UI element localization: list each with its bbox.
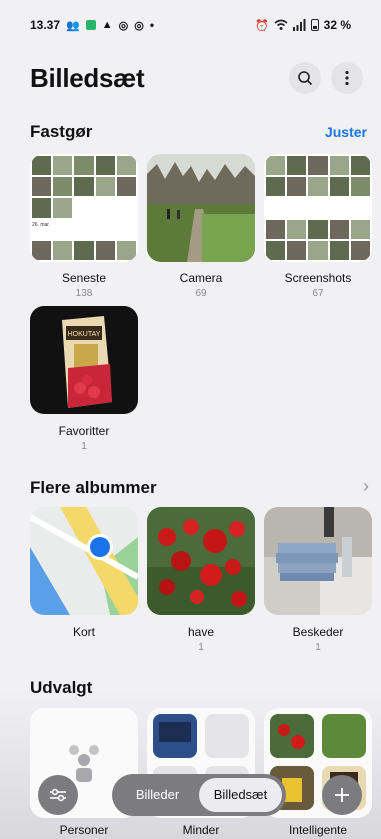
search-icon [298, 71, 313, 86]
album-name: Camera [179, 271, 223, 285]
featured-name: Minder [182, 823, 220, 837]
forest-path-photo [147, 154, 255, 262]
more-vertical-icon [345, 70, 349, 86]
album-name: Favoritter [58, 424, 110, 438]
album-favoritter-thumb[interactable]: HOKUTAY [30, 306, 138, 414]
search-button[interactable] [289, 62, 321, 94]
album-count: 1 [81, 441, 87, 452]
snack-package-photo: HOKUTAY [30, 306, 138, 414]
red-roses-photo [147, 507, 255, 615]
map-thumbnail [30, 507, 138, 615]
sync-icon-2: ◎ [134, 19, 144, 32]
app-notification-icon [85, 20, 96, 30]
snack-brand-label: HOKUTAY [68, 331, 101, 338]
plus-icon [335, 788, 349, 802]
album-count: 138 [75, 288, 93, 299]
album-count: 69 [195, 288, 207, 299]
album-name: have [187, 625, 215, 639]
pinned-section-title: Fastgør [30, 122, 93, 141]
adjust-button[interactable]: Juster [325, 124, 367, 140]
laundry-photo [264, 507, 372, 615]
more-albums-title: Flere albummer [30, 478, 157, 497]
warning-icon: ▲ [101, 19, 113, 31]
wifi-icon [274, 19, 288, 30]
app-header: Billedsæt [30, 58, 363, 98]
tab-billeder[interactable]: Billeder [116, 778, 199, 812]
filter-button[interactable] [38, 775, 78, 815]
page-title: Billedsæt [30, 62, 145, 93]
featured-name: Intelligente [288, 823, 348, 837]
album-screenshots-thumb[interactable] [264, 154, 372, 262]
album-name: Kort [72, 625, 95, 639]
status-bar: 13.37 👥 ▲ ◎ ◎ • ⏰ 32 % [0, 0, 381, 50]
alarm-icon: ⏰ [254, 19, 269, 32]
album-have-thumb[interactable] [147, 507, 255, 615]
album-count: 67 [312, 288, 324, 299]
album-count: 1 [198, 642, 204, 653]
more-notifications-dot: • [149, 18, 155, 32]
sliders-icon [50, 788, 66, 802]
mosaic-date-label: 26. mar. [32, 219, 52, 239]
sync-icon: ◎ [118, 19, 129, 32]
album-name: Seneste [61, 271, 107, 285]
album-camera-thumb[interactable] [147, 154, 255, 262]
featured-name: Personer [59, 823, 109, 837]
album-beskeder-thumb[interactable] [264, 507, 372, 615]
people-notification-icon: 👥 [66, 19, 80, 32]
featured-section-title: Udvalgt [30, 678, 93, 697]
tab-billedsaet[interactable]: Billedsæt [199, 778, 282, 812]
bottom-nav: Billeder Billedsæt [112, 774, 286, 816]
album-kort-thumb[interactable] [30, 507, 138, 615]
add-button[interactable] [322, 775, 362, 815]
battery-icon [310, 19, 319, 31]
more-options-button[interactable] [331, 62, 363, 94]
album-seneste-thumb[interactable]: 26. mar. [30, 154, 138, 262]
status-time: 13.37 [30, 18, 61, 32]
album-count: 1 [315, 642, 321, 653]
album-name: Beskeder [292, 625, 344, 639]
album-name: Screenshots [284, 271, 352, 285]
battery-percent: 32 % [323, 18, 351, 32]
chevron-right-icon[interactable]: › [363, 476, 369, 497]
signal-icon [292, 19, 306, 31]
